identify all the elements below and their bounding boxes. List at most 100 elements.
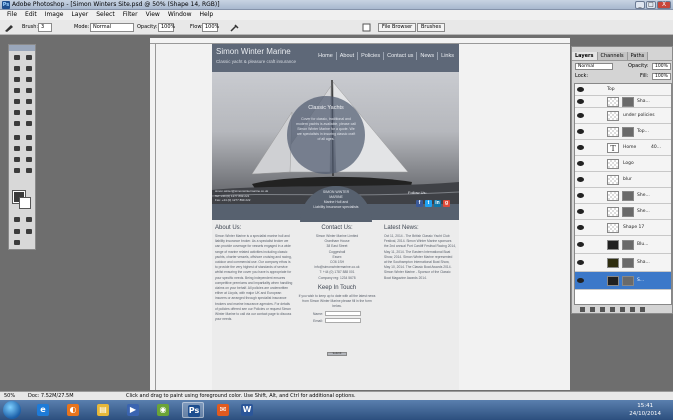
layer-row[interactable]: Shape 17 [575,220,671,236]
opacity-input[interactable]: 100% [158,23,175,32]
gradient-tool-icon[interactable] [24,108,34,117]
crop-tool-icon[interactable] [12,75,22,84]
menu-window[interactable]: Window [164,10,196,20]
visibility-eye-icon[interactable] [577,129,584,134]
trash-icon[interactable] [640,307,645,312]
jump-to-imageready-icon[interactable] [12,238,22,247]
screen-mode-icon[interactable] [12,227,22,236]
menu-edit[interactable]: Edit [21,10,41,20]
start-button-icon[interactable] [3,401,21,419]
taskbar-app[interactable]: e [32,402,54,418]
layer-row[interactable]: She... [575,188,671,204]
blur-tool-icon[interactable] [12,119,22,128]
tab-channels[interactable]: Channels [597,52,628,60]
notes-tool-icon[interactable] [12,155,22,164]
dodge-tool-icon[interactable] [24,119,34,128]
taskbar-app-active[interactable]: Ps [182,402,204,418]
clone-stamp-tool-icon[interactable] [12,97,22,106]
layer-group-row[interactable]: Top [575,84,671,96]
zoom-tool-icon[interactable] [24,166,34,175]
visibility-eye-icon[interactable] [577,113,584,118]
quick-mask-icon[interactable] [12,215,22,224]
layer-row[interactable]: Blu... [575,236,671,254]
menu-help[interactable]: Help [196,10,218,20]
layer-row[interactable]: Top... [575,124,671,140]
path-selection-tool-icon[interactable] [12,133,22,142]
adjustment-layer-icon[interactable] [620,307,625,312]
link-layers-icon[interactable] [580,307,585,312]
visibility-eye-icon[interactable] [577,209,584,214]
layer-row[interactable]: Logo [575,156,671,172]
menu-layer[interactable]: Layer [67,10,92,20]
menu-select[interactable]: Select [92,10,119,20]
layer-row[interactable]: blur [575,172,671,188]
brush-size-picker[interactable]: 3 [38,23,52,32]
tab-paths[interactable]: Paths [627,52,649,60]
menu-view[interactable]: View [142,10,164,20]
visibility-eye-icon[interactable] [577,99,584,104]
mode-select[interactable]: Normal [90,23,134,32]
brushes-tab[interactable]: Brushes [417,23,446,32]
zoom-level[interactable]: 50% [4,393,15,400]
magic-wand-tool-icon[interactable] [24,64,34,73]
file-browser-tab[interactable]: File Browser [378,23,417,32]
hand-tool-icon[interactable] [12,166,22,175]
fill-input[interactable]: 100% [652,73,671,80]
background-color-swatch[interactable] [19,197,31,209]
menu-file[interactable]: File [3,10,21,20]
slice-tool-icon[interactable] [24,75,34,84]
taskbar-app[interactable]: ▤ [92,402,114,418]
marquee-tool-icon[interactable] [12,53,22,62]
visibility-eye-icon[interactable] [577,242,584,247]
taskbar-app[interactable]: ◐ [62,402,84,418]
healing-brush-tool-icon[interactable] [12,86,22,95]
history-brush-tool-icon[interactable] [24,97,34,106]
layer-row[interactable]: Sha... [575,96,671,108]
layer-row[interactable]: T Home 40... [575,140,671,156]
doc-size[interactable]: Doc: 7.52M/27.5M [28,393,74,400]
airbrush-icon[interactable] [230,23,240,32]
standard-mode-icon[interactable] [24,215,34,224]
palette-well-icon[interactable] [362,23,371,32]
eyedropper-tool-icon[interactable] [24,155,34,164]
brush-tool-icon[interactable] [4,23,14,32]
type-tool-icon[interactable] [24,133,34,142]
visibility-eye-icon[interactable] [577,225,584,230]
full-screen-mode-icon[interactable] [24,227,34,236]
layer-row-selected[interactable]: S... [575,272,671,290]
new-layer-icon[interactable] [630,307,635,312]
taskbar-app[interactable]: W [236,402,258,418]
new-set-icon[interactable] [610,307,615,312]
visibility-eye-icon[interactable] [577,177,584,182]
maximize-button[interactable]: □ [646,1,656,9]
website-mockup-canvas[interactable]: Simon Winter Marine Classic yacht & plea… [212,44,459,390]
move-tool-icon[interactable] [24,53,34,62]
taskbar-app[interactable]: ▶ [122,402,144,418]
visibility-eye-icon[interactable] [577,193,584,198]
visibility-eye-icon[interactable] [577,278,584,283]
lasso-tool-icon[interactable] [12,64,22,73]
layer-row[interactable]: She... [575,204,671,220]
taskbar-app[interactable]: ✉ [212,402,234,418]
layer-opacity-input[interactable]: 100% [652,63,671,70]
taskbar-clock[interactable]: 15:41 24/10/2014 [629,402,661,418]
tab-layers[interactable]: Layers [572,52,598,60]
menu-image[interactable]: Image [41,10,68,20]
blend-mode-select[interactable]: Normal [575,63,613,70]
layer-style-icon[interactable] [590,307,595,312]
layer-row[interactable]: under policies [575,108,671,124]
visibility-eye-icon[interactable] [577,145,584,150]
layer-row[interactable]: Sha... [575,254,671,272]
shape-tool-icon[interactable] [24,144,34,153]
pen-tool-icon[interactable] [12,144,22,153]
flow-input[interactable]: 100% [202,23,219,32]
add-mask-icon[interactable] [600,307,605,312]
visibility-eye-icon[interactable] [577,87,584,92]
taskbar-app[interactable]: ◉ [152,402,174,418]
visibility-eye-icon[interactable] [577,260,584,265]
menu-filter[interactable]: Filter [119,10,142,20]
minimize-button[interactable]: _ [635,1,645,9]
brush-tool-icon-toolbox[interactable] [24,86,34,95]
visibility-eye-icon[interactable] [577,161,584,166]
eraser-tool-icon[interactable] [12,108,22,117]
